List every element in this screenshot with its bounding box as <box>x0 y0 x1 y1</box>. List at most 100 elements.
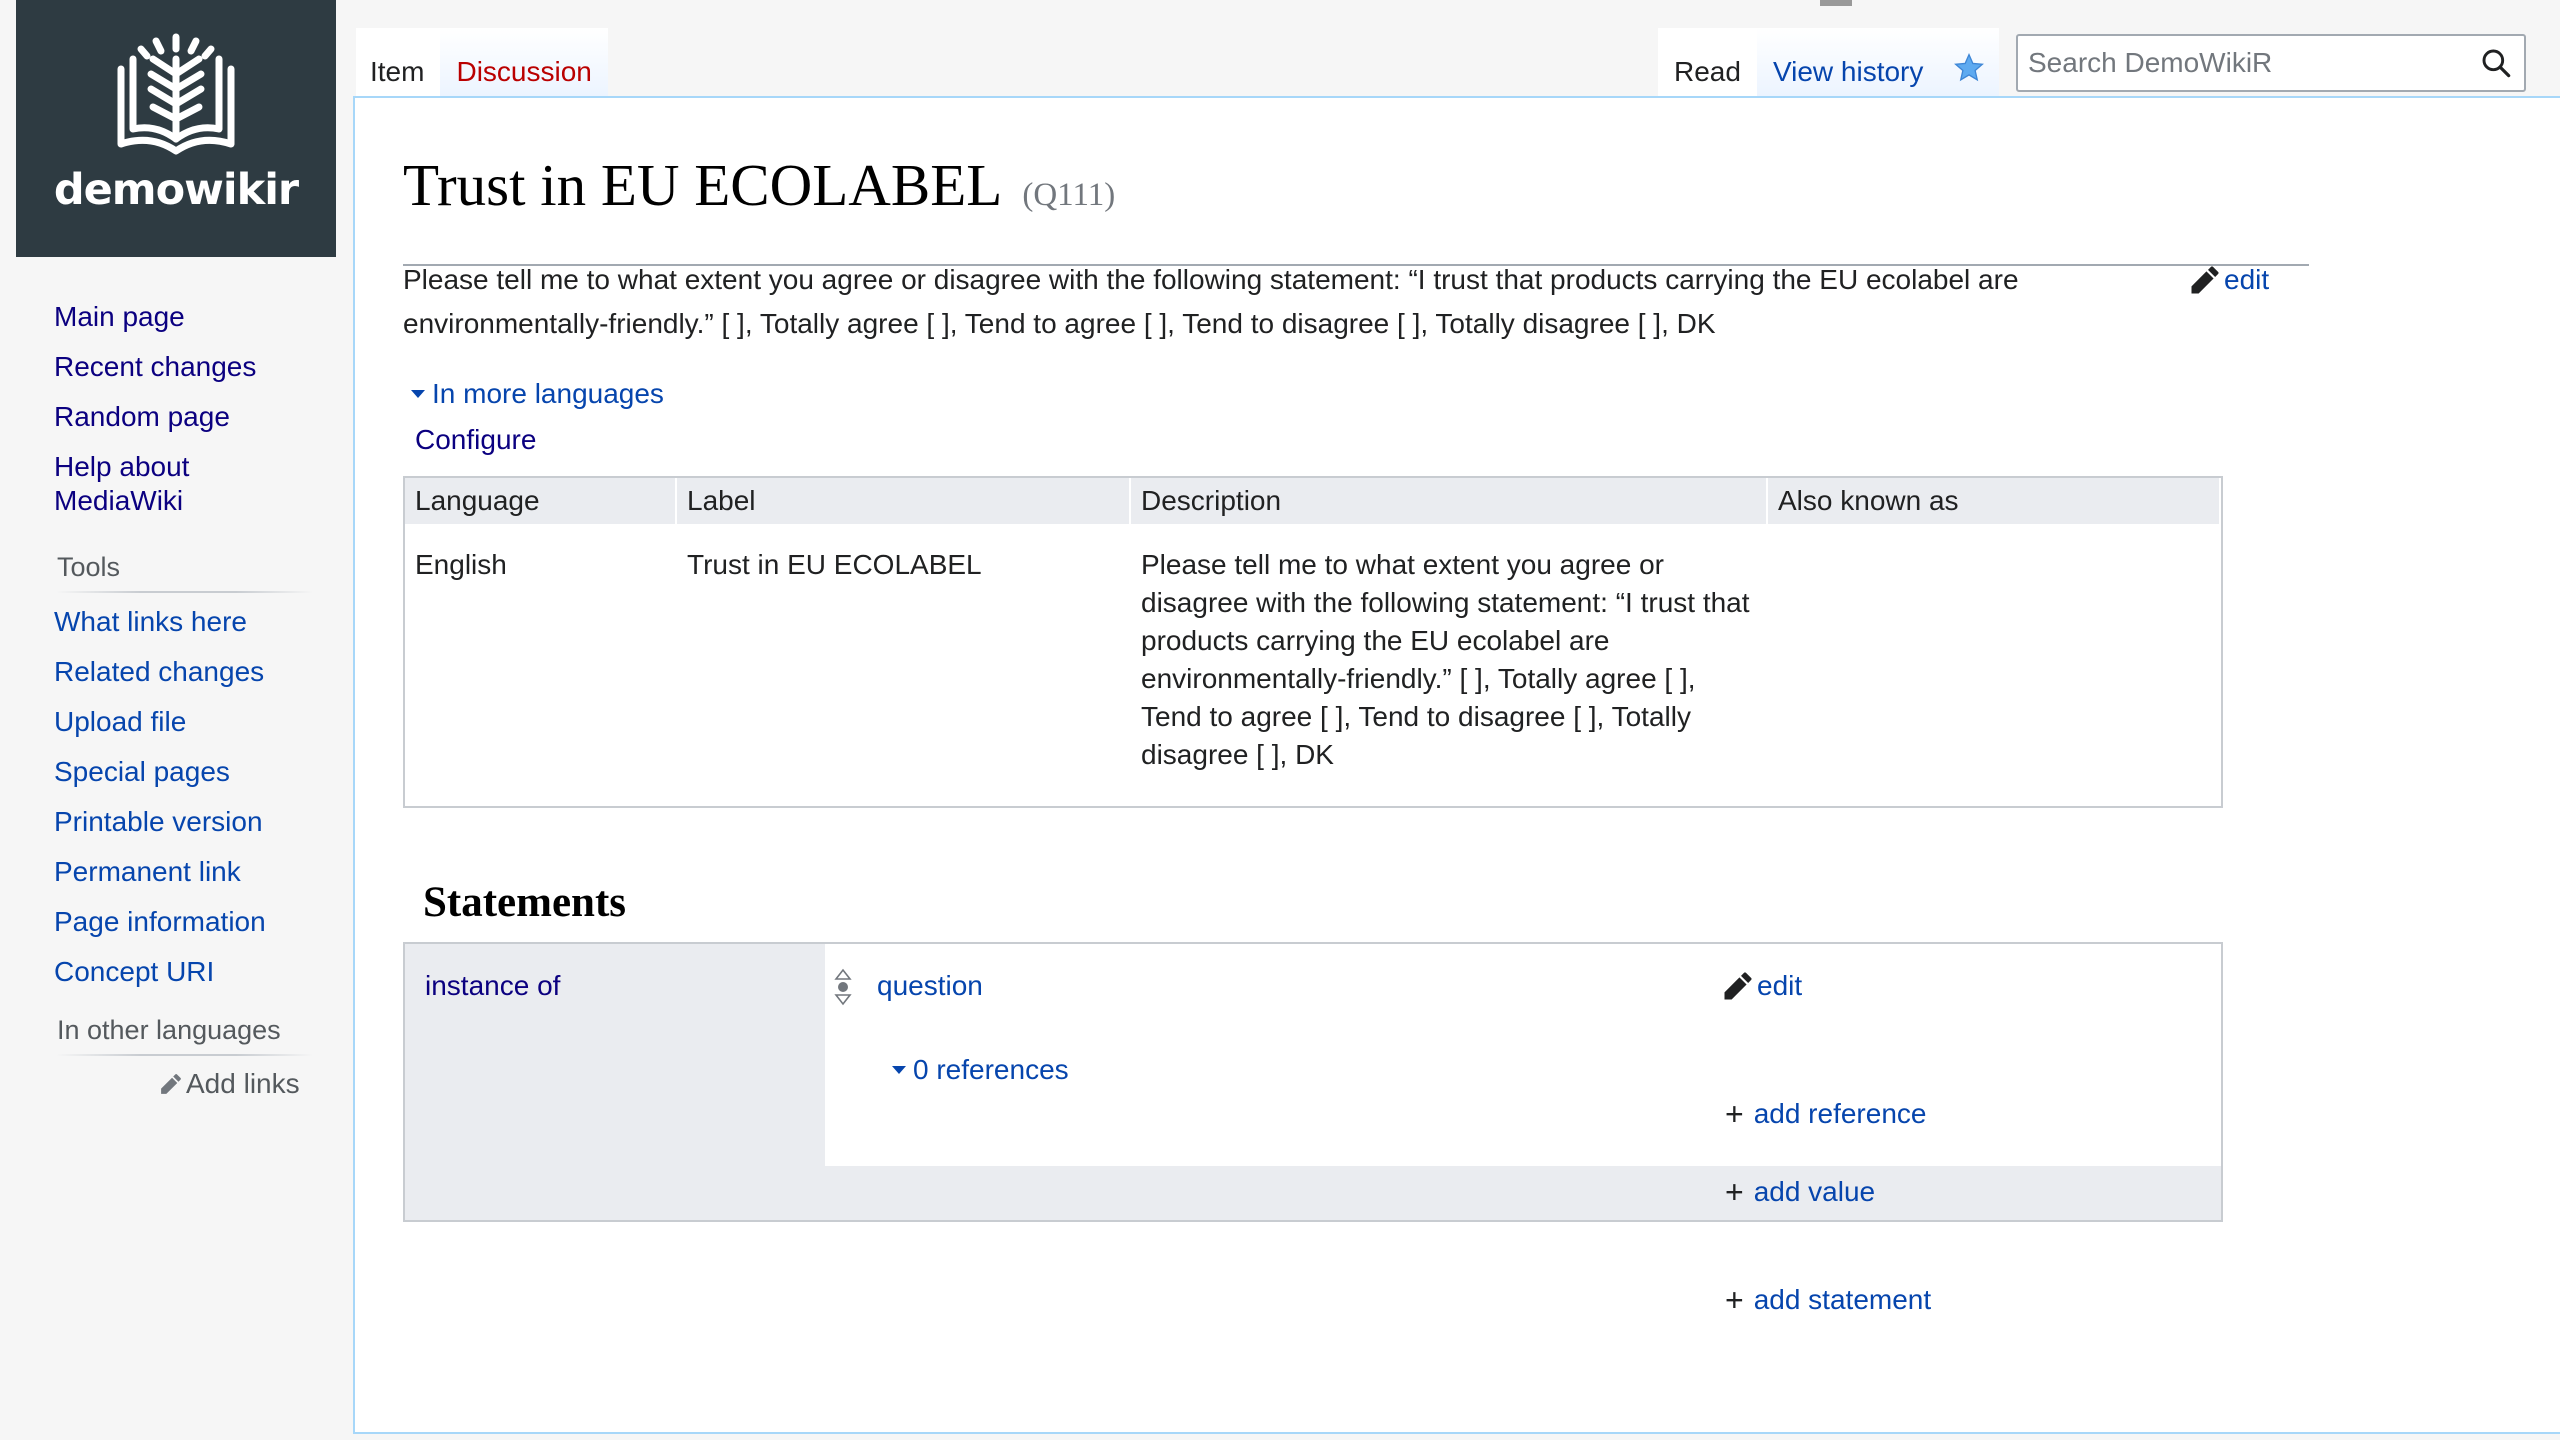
search-button[interactable] <box>2468 36 2524 90</box>
statement-edit-button[interactable]: edit <box>1723 970 1802 1002</box>
pencil-icon <box>1724 972 1752 1000</box>
tab-label: Item <box>370 56 425 87</box>
sidebar-link[interactable]: Main page <box>54 301 185 332</box>
sidebar-link[interactable]: Recent changes <box>54 351 256 382</box>
add-value-button[interactable]: + add value <box>1725 1176 1875 1208</box>
statement: question edit 0 references + add referen… <box>825 944 2221 1166</box>
column-header: Also known as <box>1768 478 2221 524</box>
sidebar-item-upload-file[interactable]: Upload file <box>54 705 334 739</box>
add-links-label: Add links <box>186 1068 300 1099</box>
plus-icon: + <box>1725 1096 1744 1132</box>
tab-item[interactable]: Item <box>356 28 441 104</box>
pencil-icon <box>161 1074 181 1094</box>
sidebar-item-printable-version[interactable]: Printable version <box>54 805 334 839</box>
tab-label: View history <box>1772 56 1924 87</box>
sidebar-link[interactable]: Random page <box>54 401 230 432</box>
references-label: 0 references <box>913 1054 1069 1085</box>
sidebar-item-main-page[interactable]: Main page <box>54 300 334 334</box>
add-statement-label: add statement <box>1753 1284 1932 1315</box>
statements-heading: Statements <box>423 879 627 926</box>
sidebar-item-help[interactable]: Help about MediaWiki <box>54 450 254 518</box>
add-reference-label: add reference <box>1753 1098 1927 1129</box>
rank-normal-icon <box>834 968 852 1006</box>
column-header: Language <box>405 478 677 524</box>
sidebar-item-random-page[interactable]: Random page <box>54 400 334 434</box>
tab-view-history[interactable]: View history <box>1757 28 1939 104</box>
sidebar-item-permanent-link[interactable]: Permanent link <box>54 855 334 889</box>
main-navigation: Main page Recent changes Random page Hel… <box>0 300 340 518</box>
references-toggle[interactable]: 0 references <box>891 1054 1069 1086</box>
tab-label: Discussion <box>456 56 592 87</box>
label-cell: Trust in EU ECOLABEL <box>687 549 982 580</box>
sidebar-item-special-pages[interactable]: Special pages <box>54 755 334 789</box>
triangle-down-icon <box>411 390 425 398</box>
pencil-icon <box>2191 266 2219 294</box>
tools-portal: Tools What links here Related changes Up… <box>0 552 340 989</box>
sidebar-item-page-information[interactable]: Page information <box>54 905 334 939</box>
sidebar-item-recent-changes[interactable]: Recent changes <box>54 350 334 384</box>
edit-label: edit <box>2224 264 2270 295</box>
page-title-label: Trust in EU ECOLABEL <box>403 152 1003 218</box>
sidebar-item-related-changes[interactable]: Related changes <box>54 655 334 689</box>
sidebar-item-what-links-here[interactable]: What links here <box>54 605 334 639</box>
main-content: Trust in EU ECOLABEL (Q111) Please tell m… <box>353 96 2560 1434</box>
namespace-tabs: Item Discussion <box>356 28 608 104</box>
description-cell: Please tell me to what extent you agree … <box>1141 549 1750 770</box>
property-link[interactable]: instance of <box>425 970 560 1002</box>
aliases-cell <box>1768 546 2221 774</box>
column-header: Description <box>1131 478 1768 524</box>
configure-link[interactable]: Configure <box>415 424 536 456</box>
table-row: English Trust in EU ECOLABEL Please tell… <box>405 524 2221 774</box>
add-value-label: add value <box>1753 1176 1876 1207</box>
languages-heading: In other languages <box>57 1015 312 1056</box>
rank-selector[interactable] <box>833 966 853 1013</box>
page-title: Trust in EU ECOLABEL (Q111) <box>403 144 2309 266</box>
tools-list: What links here Related changes Upload f… <box>0 605 340 989</box>
more-languages-label: In more languages <box>432 378 664 409</box>
language-cell: English <box>415 549 507 580</box>
watch-star-button[interactable] <box>1939 28 1999 104</box>
page-qid: (Q111) <box>1022 177 1116 213</box>
star-icon <box>1954 53 1985 82</box>
plus-icon: + <box>1725 1174 1744 1210</box>
top-indicator <box>1820 0 1852 6</box>
tools-heading: Tools <box>57 552 312 593</box>
tab-read[interactable]: Read <box>1658 28 1757 104</box>
add-statement-button[interactable]: + add statement <box>1725 1284 1931 1316</box>
table-header: Language Label Description Also known as <box>405 478 2221 524</box>
sidebar-link[interactable]: What links here <box>54 606 247 637</box>
plus-icon: + <box>1725 1282 1744 1318</box>
sidebar-link[interactable]: Related changes <box>54 656 264 687</box>
item-description: Please tell me to what extent you agree … <box>403 264 2019 339</box>
search-box <box>2016 34 2526 92</box>
tab-label: Read <box>1674 56 1741 87</box>
item-description-row: Please tell me to what extent you agree … <box>403 258 2393 346</box>
add-reference-button[interactable]: + add reference <box>1725 1098 1926 1130</box>
sidebar-link[interactable]: Permanent link <box>54 856 241 887</box>
sidebar: Main page Recent changes Random page Hel… <box>0 300 340 1100</box>
sidebar-link[interactable]: Special pages <box>54 756 230 787</box>
edit-label: edit <box>1757 970 1803 1001</box>
sidebar-link[interactable]: Page information <box>54 906 266 937</box>
view-tabs: Read View history <box>1658 28 1999 104</box>
statement-group: instance of question edit 0 references + <box>403 942 2223 1222</box>
description-edit-button[interactable]: edit <box>2190 264 2269 296</box>
sidebar-item-concept-uri[interactable]: Concept URI <box>54 955 334 989</box>
sidebar-link[interactable]: Printable version <box>54 806 263 837</box>
languages-portal: In other languages Add links <box>0 1015 340 1100</box>
triangle-down-icon <box>892 1066 906 1074</box>
more-languages-toggle[interactable]: In more languages <box>410 378 664 410</box>
column-header: Label <box>677 478 1131 524</box>
search-input[interactable] <box>2018 36 2468 90</box>
site-logo[interactable]: demowikir <box>16 0 336 257</box>
add-links-button[interactable]: Add links <box>160 1068 340 1100</box>
sidebar-link[interactable]: Concept URI <box>54 956 214 987</box>
sidebar-link[interactable]: Help about MediaWiki <box>54 451 189 516</box>
sidebar-link[interactable]: Upload file <box>54 706 186 737</box>
search-icon <box>2482 49 2511 78</box>
book-logo-icon <box>117 33 235 154</box>
logo-text: demowikir <box>53 164 299 215</box>
statement-value-link[interactable]: question <box>877 970 983 1002</box>
tab-discussion[interactable]: Discussion <box>440 28 607 104</box>
language-table: Language Label Description Also known as… <box>403 476 2223 808</box>
